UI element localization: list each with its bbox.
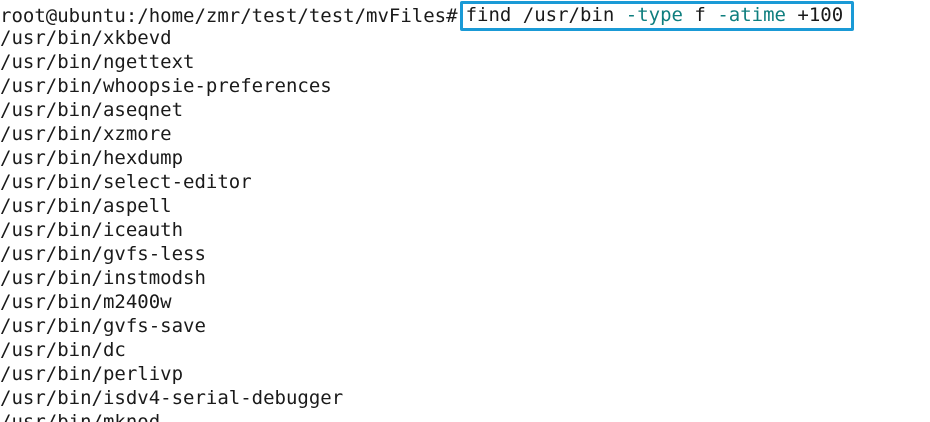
output-line: /usr/bin/isdv4-serial-debugger [0,387,344,409]
output-line: /usr/bin/gvfs-less [0,243,206,265]
output-line: /usr/bin/select-editor [0,171,252,193]
output-line: /usr/bin/xzmore [0,123,172,145]
prompt-line: root@ubuntu:/home/zmr/test/test/mvFiles#… [0,1,855,31]
output-line: /usr/bin/instmodsh [0,267,206,289]
command-path: /usr/bin [522,4,615,26]
output-line: /usr/bin/ngettext [0,51,195,73]
output-line: /usr/bin/iceauth [0,219,184,241]
command-flag-atime: -atime [717,4,786,26]
command-arg-atime: +100 [797,4,844,26]
terminal-window[interactable]: root@ubuntu:/home/zmr/test/test/mvFiles#… [0,0,930,422]
command-arg-type: f [694,4,706,26]
output-line: /usr/bin/whoopsie-preferences [0,75,332,97]
output-line: /usr/bin/dc [0,339,126,361]
shell-prompt: root@ubuntu:/home/zmr/test/test/mvFiles# [0,5,458,27]
terminal-output: root@ubuntu:/home/zmr/test/test/mvFiles#… [0,1,855,422]
output-line: /usr/bin/aspell [0,195,172,217]
highlighted-command: find /usr/bin -type f -atime +100 [459,1,855,31]
output-line: /usr/bin/aseqnet [0,99,184,121]
command-flag-type: -type [625,4,683,26]
output-line: /usr/bin/perlivp [0,363,184,385]
output-line: /usr/bin/mknod [0,411,161,422]
command-name: find [465,4,512,26]
output-line: /usr/bin/gvfs-save [0,315,206,337]
output-line: /usr/bin/m2400w [0,291,172,313]
output-line: /usr/bin/hexdump [0,147,184,169]
